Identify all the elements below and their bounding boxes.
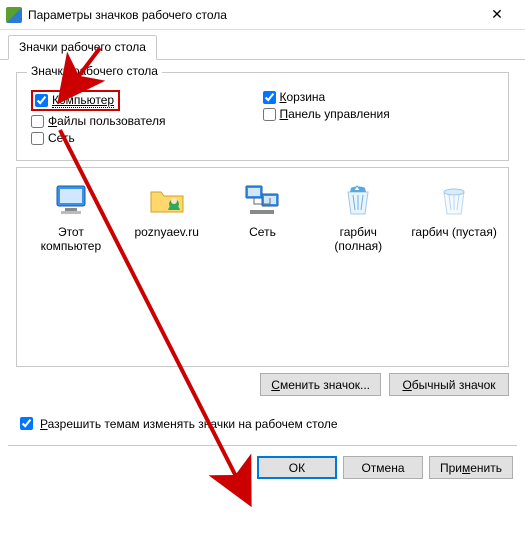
checkbox-computer[interactable] [35, 94, 48, 107]
checkbox-recycle[interactable] [263, 91, 276, 104]
close-button[interactable]: ✕ [477, 1, 517, 29]
checkbox-allow-themes[interactable] [20, 417, 33, 430]
preview-label-thispc: Этот компьютер [28, 226, 114, 254]
checkbox-network[interactable] [31, 132, 44, 145]
change-icon-button[interactable]: Сменить значок... [260, 373, 381, 396]
checkbox-controlpanel[interactable] [263, 108, 276, 121]
preview-bin-full[interactable]: гарбич (полная) [315, 180, 401, 254]
icon-buttons-row: Сменить значок... Обычный значок [16, 367, 509, 406]
network-icon [242, 180, 282, 220]
computer-icon [51, 180, 91, 220]
app-icon [6, 7, 22, 23]
recycle-full-icon [338, 180, 378, 220]
label-allow-themes: Разрешить темам изменять значки на рабоч… [40, 417, 338, 431]
label-network: Сеть [48, 131, 75, 145]
label-recycle: Корзина [280, 90, 326, 104]
label-computer: Компьютер [52, 93, 114, 107]
dialog-button-row: ОК Отмена Применить [0, 446, 525, 489]
group-desktop-icons: Значки рабочего стола Компьютер Файлы по… [16, 72, 509, 161]
preview-label-bin-empty: гарбич (пустая) [411, 226, 497, 240]
window-title: Параметры значков рабочего стола [28, 8, 477, 22]
preview-bin-empty[interactable]: гарбич (пустая) [411, 180, 497, 240]
label-userfiles: Файлы пользователя [48, 114, 165, 128]
titlebar: Параметры значков рабочего стола ✕ [0, 0, 525, 30]
preview-thispc[interactable]: Этот компьютер [28, 180, 114, 254]
group-legend: Значки рабочего стола [27, 64, 162, 78]
preview-label-bin-full: гарбич (полная) [315, 226, 401, 254]
checkbox-userfiles[interactable] [31, 115, 44, 128]
recycle-empty-icon [434, 180, 474, 220]
user-folder-icon [147, 180, 187, 220]
tab-content: Значки рабочего стола Компьютер Файлы по… [0, 60, 525, 414]
preview-network[interactable]: Сеть [219, 180, 305, 240]
tab-desktop-icons[interactable]: Значки рабочего стола [8, 35, 157, 60]
label-controlpanel: Панель управления [280, 107, 390, 121]
highlight-computer: Компьютер [31, 90, 120, 111]
preview-label-user: poznyaev.ru [124, 226, 210, 240]
default-icon-button[interactable]: Обычный значок [389, 373, 509, 396]
apply-button[interactable]: Применить [429, 456, 513, 479]
tab-strip: Значки рабочего стола [0, 30, 525, 60]
cancel-button[interactable]: Отмена [343, 456, 423, 479]
preview-label-network: Сеть [219, 226, 305, 240]
ok-button[interactable]: ОК [257, 456, 337, 479]
preview-user[interactable]: poznyaev.ru [124, 180, 210, 240]
icon-preview-panel: Этот компьютер poznyaev.ru Сеть гарбич (… [16, 167, 509, 367]
